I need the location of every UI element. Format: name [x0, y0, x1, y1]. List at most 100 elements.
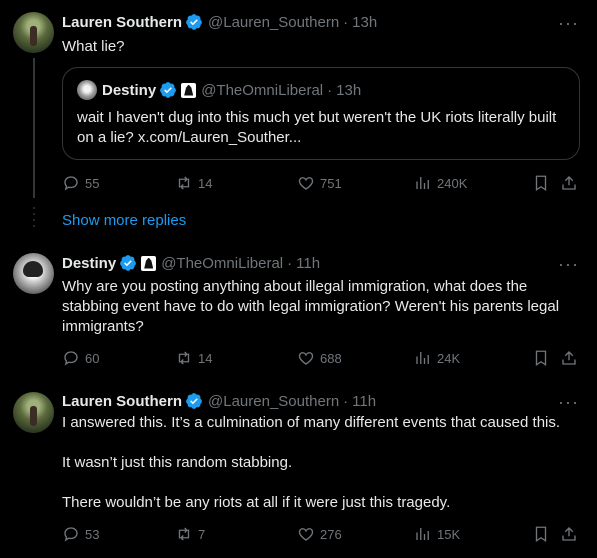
action-bar: 55 14 751 240K — [62, 174, 584, 194]
bookmark-button[interactable] — [532, 174, 555, 192]
quote-text: wait I haven't dug into this much yet bu… — [77, 109, 557, 146]
author-name[interactable]: Lauren Southern — [62, 14, 182, 31]
bookmark-icon — [535, 350, 547, 367]
reply-button[interactable]: 60 — [62, 349, 99, 367]
timestamp[interactable]: 11h — [352, 393, 376, 410]
repost-icon — [178, 351, 190, 365]
view-count: 240K — [437, 175, 468, 191]
avatar[interactable] — [13, 253, 54, 294]
author-name[interactable]: Lauren Southern — [62, 393, 182, 410]
reply-icon — [64, 351, 78, 366]
views-icon — [416, 528, 429, 540]
like-button[interactable]: 276 — [297, 525, 342, 543]
thread-line — [33, 58, 35, 198]
like-button[interactable]: 688 — [297, 349, 342, 367]
tweet-paragraph: What lie? — [62, 38, 125, 55]
quote-timestamp: 13h — [336, 81, 362, 99]
share-button[interactable] — [560, 174, 583, 192]
bookmark-button[interactable] — [532, 349, 555, 367]
affiliation-badge-icon — [181, 82, 197, 98]
reply-button[interactable]: 55 — [62, 174, 99, 192]
reply-count: 60 — [85, 350, 100, 366]
like-count: 751 — [320, 175, 342, 191]
heart-icon — [298, 177, 314, 190]
affiliation-badge-icon[interactable] — [141, 255, 157, 271]
tweet-header: Destiny @TheOmniLiberal · 11h — [62, 254, 320, 272]
reply-icon — [64, 527, 78, 542]
repost-icon — [178, 176, 190, 190]
thread-gap-dot — [33, 225, 35, 227]
share-button[interactable] — [560, 349, 583, 367]
share-icon — [562, 527, 576, 541]
more-options-icon[interactable]: ··· — [558, 14, 579, 32]
separator-dot: · — [343, 392, 349, 410]
views-button[interactable]: 240K — [414, 174, 467, 192]
bookmark-button[interactable] — [532, 525, 555, 543]
tweet-header: Lauren Southern @Lauren_Southern · 13h — [62, 13, 377, 31]
repost-count: 14 — [198, 350, 213, 366]
quote-avatar — [77, 80, 97, 100]
reply-button[interactable]: 53 — [62, 525, 99, 543]
verified-badge-icon — [120, 255, 137, 271]
thread-gap-dot — [33, 219, 35, 221]
action-bar: 53 7 276 15K — [62, 525, 584, 545]
bookmark-icon — [535, 175, 547, 192]
reply-count: 55 — [85, 175, 100, 191]
author-handle[interactable]: @TheOmniLiberal — [161, 255, 283, 272]
avatar[interactable] — [13, 12, 54, 53]
like-count: 688 — [320, 350, 342, 366]
bookmark-icon — [535, 526, 547, 543]
like-count: 276 — [320, 526, 342, 542]
separator-dot: · — [327, 81, 333, 99]
avatar[interactable] — [13, 392, 54, 433]
more-options-icon[interactable]: ··· — [558, 393, 579, 411]
quote-header: Destiny @TheOmniLiberal · 13h — [77, 80, 361, 100]
share-icon — [562, 351, 576, 365]
view-count: 24K — [437, 350, 461, 366]
views-button[interactable]: 15K — [414, 525, 460, 543]
tweet-header: Lauren Southern @Lauren_Southern · 11h — [62, 392, 376, 410]
repost-button[interactable]: 14 — [175, 349, 212, 367]
author-handle[interactable]: @Lauren_Southern — [208, 393, 339, 410]
views-button[interactable]: 24K — [414, 349, 460, 367]
heart-icon — [298, 352, 314, 365]
quoted-tweet[interactable]: Destiny @TheOmniLiberal · 13h wait I hav… — [62, 67, 580, 160]
repost-button[interactable]: 14 — [175, 174, 212, 192]
tweet-text: Why are you posting anything about illeg… — [62, 277, 584, 337]
tweet-paragraph: There wouldn’t be any riots at all if it… — [62, 494, 451, 511]
separator-dot: · — [287, 254, 293, 272]
share-button[interactable] — [560, 525, 583, 543]
tweet-text: What lie? — [62, 37, 584, 57]
author-handle[interactable]: @Lauren_Southern — [208, 14, 339, 31]
repost-icon — [178, 527, 190, 541]
tweet-text: I answered this. It’s a culmination of m… — [62, 413, 584, 513]
verified-badge-icon — [186, 393, 202, 409]
heart-icon — [298, 528, 314, 541]
repost-button[interactable]: 7 — [175, 525, 205, 543]
author-name[interactable]: Destiny — [62, 255, 116, 272]
tweet-2[interactable]: Destiny @TheOmniLiberal · 11h ··· Why ar… — [0, 242, 597, 382]
views-icon — [416, 352, 429, 364]
view-count: 15K — [437, 526, 461, 542]
share-icon — [562, 176, 576, 190]
tweet-1[interactable]: Lauren Southern @Lauren_Southern · 13h ·… — [0, 0, 597, 205]
separator-dot: · — [343, 13, 349, 31]
repost-count: 14 — [198, 175, 213, 191]
show-more-replies-link[interactable]: Show more replies — [62, 212, 186, 229]
action-bar: 60 14 688 24K — [62, 349, 584, 369]
more-options-icon[interactable]: ··· — [558, 255, 579, 273]
tweet-paragraph: Why are you posting anything about illeg… — [62, 278, 560, 335]
thread-gap-dot — [33, 213, 35, 215]
verified-badge-icon — [186, 14, 202, 30]
reply-count: 53 — [85, 526, 100, 542]
timestamp[interactable]: 11h — [296, 255, 320, 272]
quote-author-name: Destiny — [102, 81, 157, 99]
repost-count: 7 — [198, 526, 206, 542]
like-button[interactable]: 751 — [297, 174, 342, 192]
verified-badge-icon — [160, 82, 177, 98]
timestamp[interactable]: 13h — [352, 14, 377, 31]
thread-gap-dot — [33, 207, 35, 209]
views-icon — [416, 177, 429, 189]
tweet-paragraph: I answered this. It’s a culmination of m… — [62, 414, 561, 431]
tweet-3[interactable]: Lauren Southern @Lauren_Southern · 11h ·… — [0, 380, 597, 558]
